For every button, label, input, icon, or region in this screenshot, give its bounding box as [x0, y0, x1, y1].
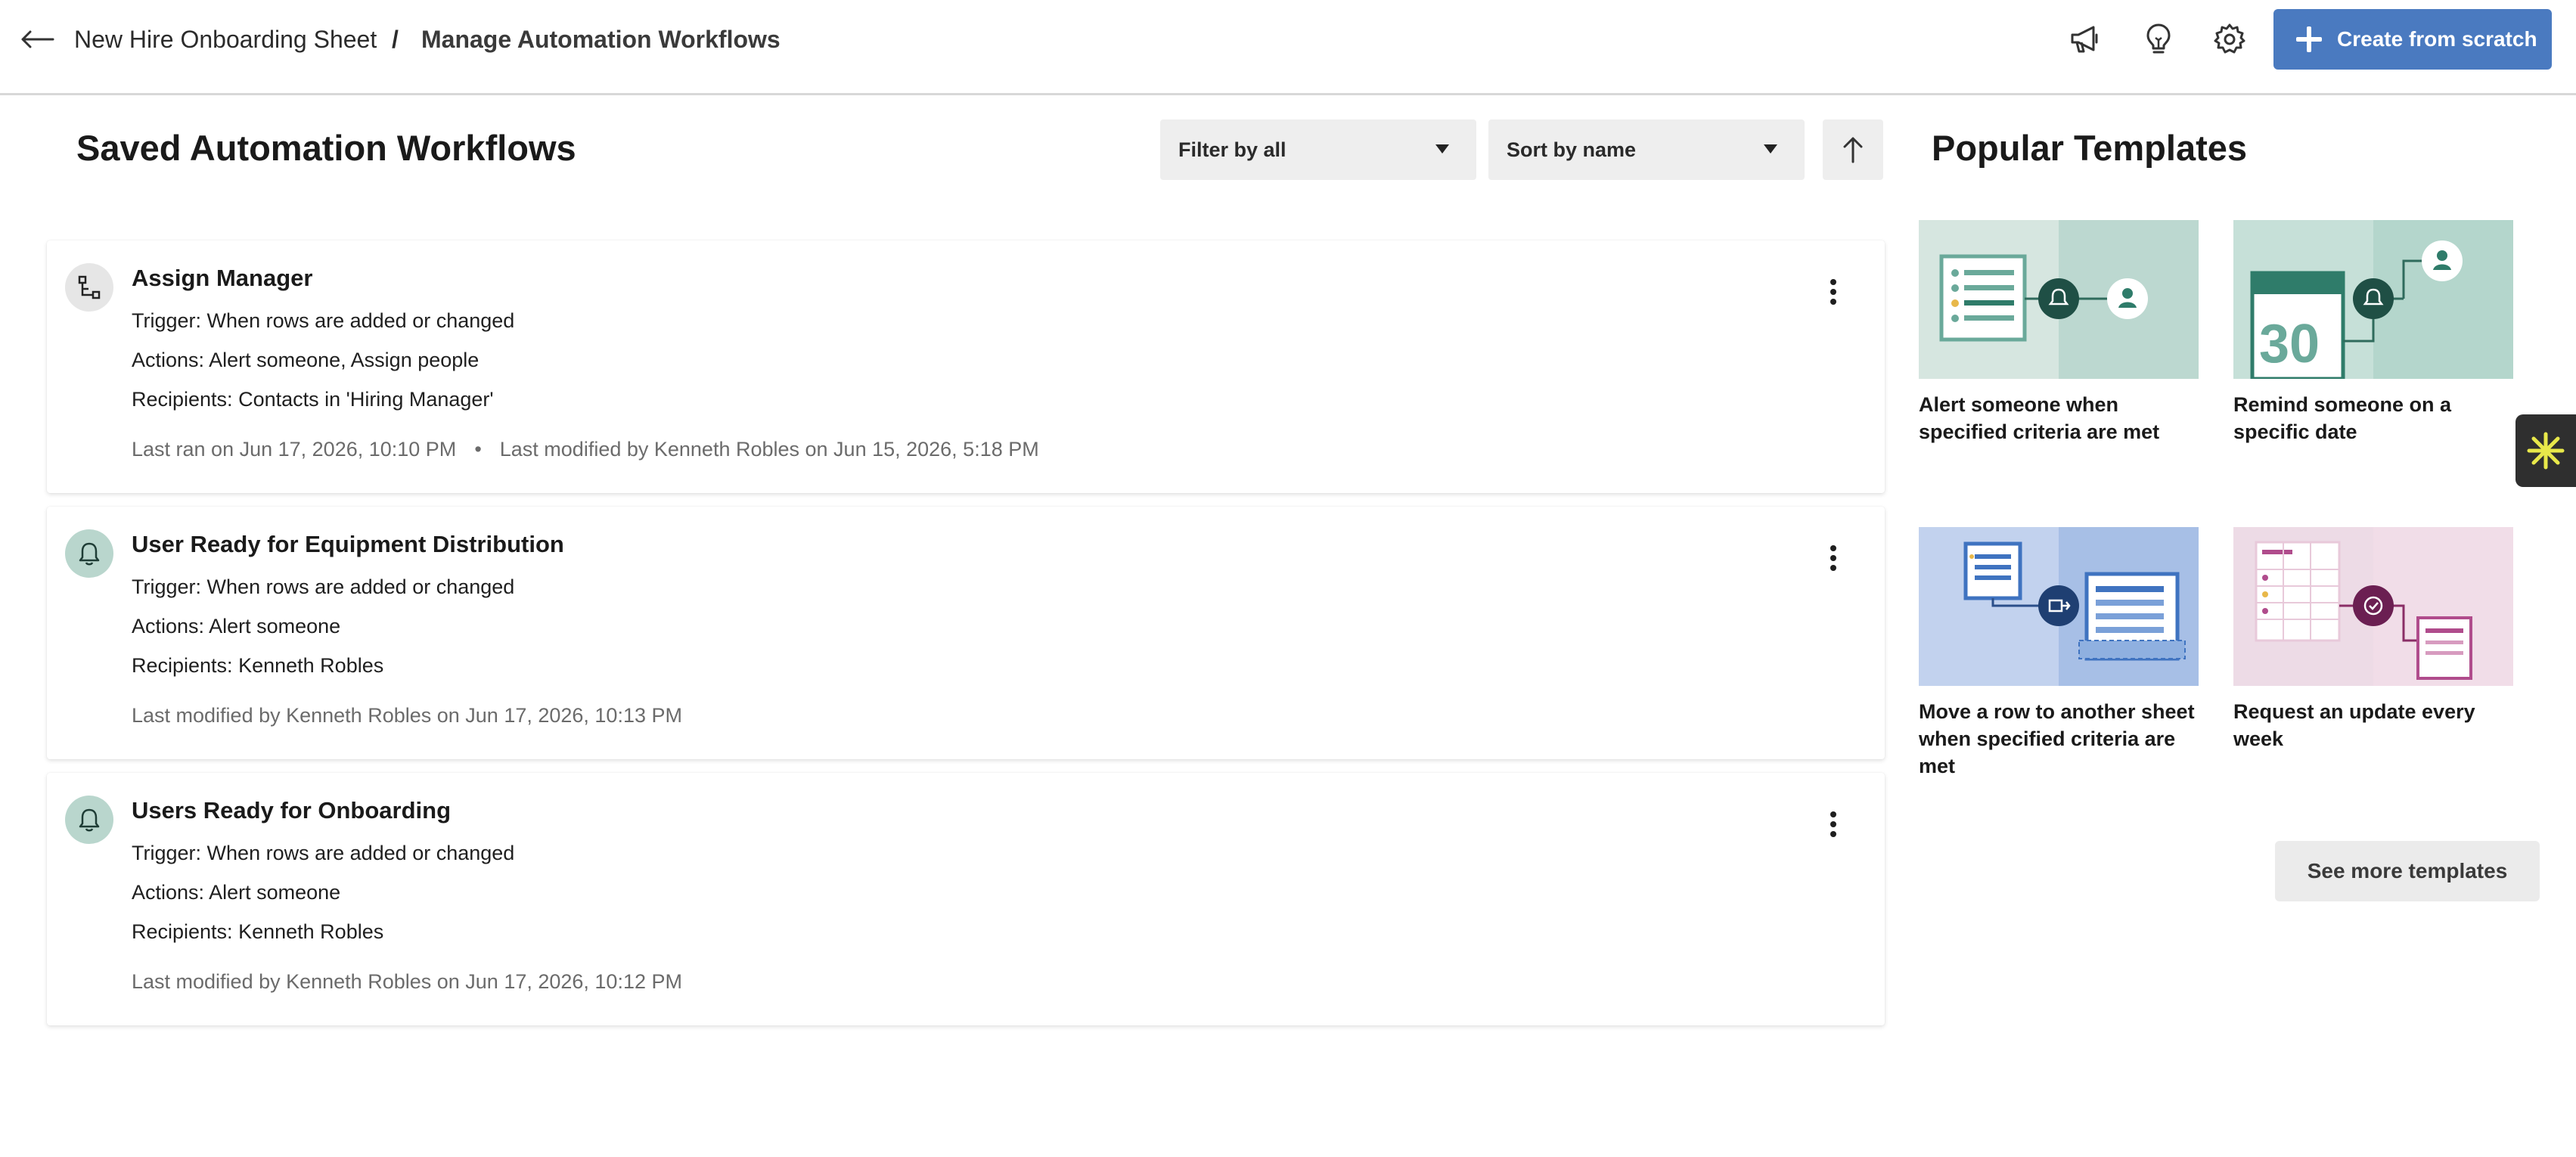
settings-gear-icon[interactable] [2208, 20, 2251, 59]
last-modified-text: Last modified by Kenneth Robles on Jun 1… [132, 704, 682, 727]
more-options-icon[interactable] [1818, 537, 1848, 579]
sort-direction-button[interactable] [1823, 119, 1883, 180]
workflow-card[interactable]: User Ready for Equipment Distribution Tr… [47, 507, 1885, 759]
back-arrow-icon[interactable] [17, 21, 59, 57]
arrow-up-icon [1843, 137, 1863, 163]
top-bar: New Hire Onboarding Sheet / Manage Autom… [0, 0, 2576, 95]
template-label: Remind someone on a specific date [2233, 393, 2452, 443]
more-options-icon[interactable] [1818, 271, 1848, 313]
workflow-recipients: Recipients: Contacts in 'Hiring Manager' [132, 388, 494, 411]
more-options-icon[interactable] [1818, 803, 1848, 845]
popular-templates-title: Popular Templates [1932, 128, 2248, 168]
bell-icon [65, 529, 113, 578]
page-title: Manage Automation Workflows [421, 26, 781, 53]
sort-dropdown-label: Sort by name [1507, 138, 1637, 161]
workflow-actions: Actions: Alert someone [132, 881, 341, 904]
template-thumbnail [1919, 527, 2199, 686]
template-card[interactable]: Request an update every week [2233, 527, 2513, 752]
caret-down-icon [1764, 144, 1777, 154]
template-thumbnail [2233, 527, 2513, 686]
workflow-name[interactable]: Assign Manager [132, 263, 312, 293]
create-from-scratch-label: Create from scratch [2337, 27, 2537, 51]
template-thumbnail: 30 [2233, 220, 2513, 379]
template-card[interactable]: 30 Remind someone on a specific date [2233, 220, 2513, 445]
workflow-trigger: Trigger: When rows are added or changed [132, 309, 515, 332]
template-card[interactable]: Alert someone when specified criteria ar… [1919, 220, 2199, 445]
sort-dropdown[interactable]: Sort by name [1488, 119, 1805, 180]
workflow-recipients: Recipients: Kenneth Robles [132, 654, 384, 677]
workflow-trigger: Trigger: When rows are added or changed [132, 842, 515, 864]
last-ran-text: Last ran on Jun 17, 2026, 10:10 PM [132, 438, 457, 461]
workflow-trigger: Trigger: When rows are added or changed [132, 575, 515, 598]
workflow-name[interactable]: User Ready for Equipment Distribution [132, 529, 564, 560]
workflow-actions: Actions: Alert someone [132, 615, 341, 637]
breadcrumb-separator: / [392, 26, 399, 53]
template-label: Request an update every week [2233, 700, 2475, 750]
plus-icon [2296, 26, 2322, 52]
bell-icon [65, 796, 113, 844]
last-modified-text: Last modified by Kenneth Robles on Jun 1… [132, 970, 682, 993]
workflow-name[interactable]: Users Ready for Onboarding [132, 796, 451, 826]
filter-dropdown-label: Filter by all [1178, 138, 1286, 161]
workflow-card[interactable]: Assign Manager Trigger: When rows are ad… [47, 240, 1885, 493]
template-card[interactable]: Move a row to another sheet when specifi… [1919, 527, 2199, 780]
workflow-meta: Last ran on Jun 17, 2026, 10:10 PM • Last … [132, 436, 1039, 463]
template-thumbnail [1919, 220, 2199, 379]
megaphone-icon[interactable] [2063, 20, 2106, 59]
lightbulb-icon[interactable] [2137, 20, 2180, 59]
caret-down-icon [1435, 144, 1449, 154]
workflow-actions: Actions: Alert someone, Assign people [132, 349, 480, 371]
template-label: Alert someone when specified criteria ar… [1919, 393, 2160, 443]
last-modified-text: Last modified by Kenneth Robles on Jun 1… [499, 438, 1039, 461]
see-more-templates-button[interactable]: See more templates [2275, 841, 2540, 901]
create-from-scratch-button[interactable]: Create from scratch [2273, 9, 2552, 70]
see-more-templates-label: See more templates [2307, 859, 2508, 882]
template-label: Move a row to another sheet when specifi… [1919, 700, 2195, 777]
assistant-sparkle-icon[interactable] [2515, 414, 2576, 487]
breadcrumb-sheet-link[interactable]: New Hire Onboarding Sheet [74, 23, 377, 56]
workflow-branch-icon [65, 263, 113, 312]
calendar-number: 30 [2259, 314, 2320, 374]
saved-workflows-title: Saved Automation Workflows [76, 128, 576, 168]
workflow-recipients: Recipients: Kenneth Robles [132, 920, 384, 943]
meta-separator: • [474, 438, 482, 461]
filter-dropdown[interactable]: Filter by all [1160, 119, 1476, 180]
workflow-card[interactable]: Users Ready for Onboarding Trigger: When… [47, 773, 1885, 1025]
